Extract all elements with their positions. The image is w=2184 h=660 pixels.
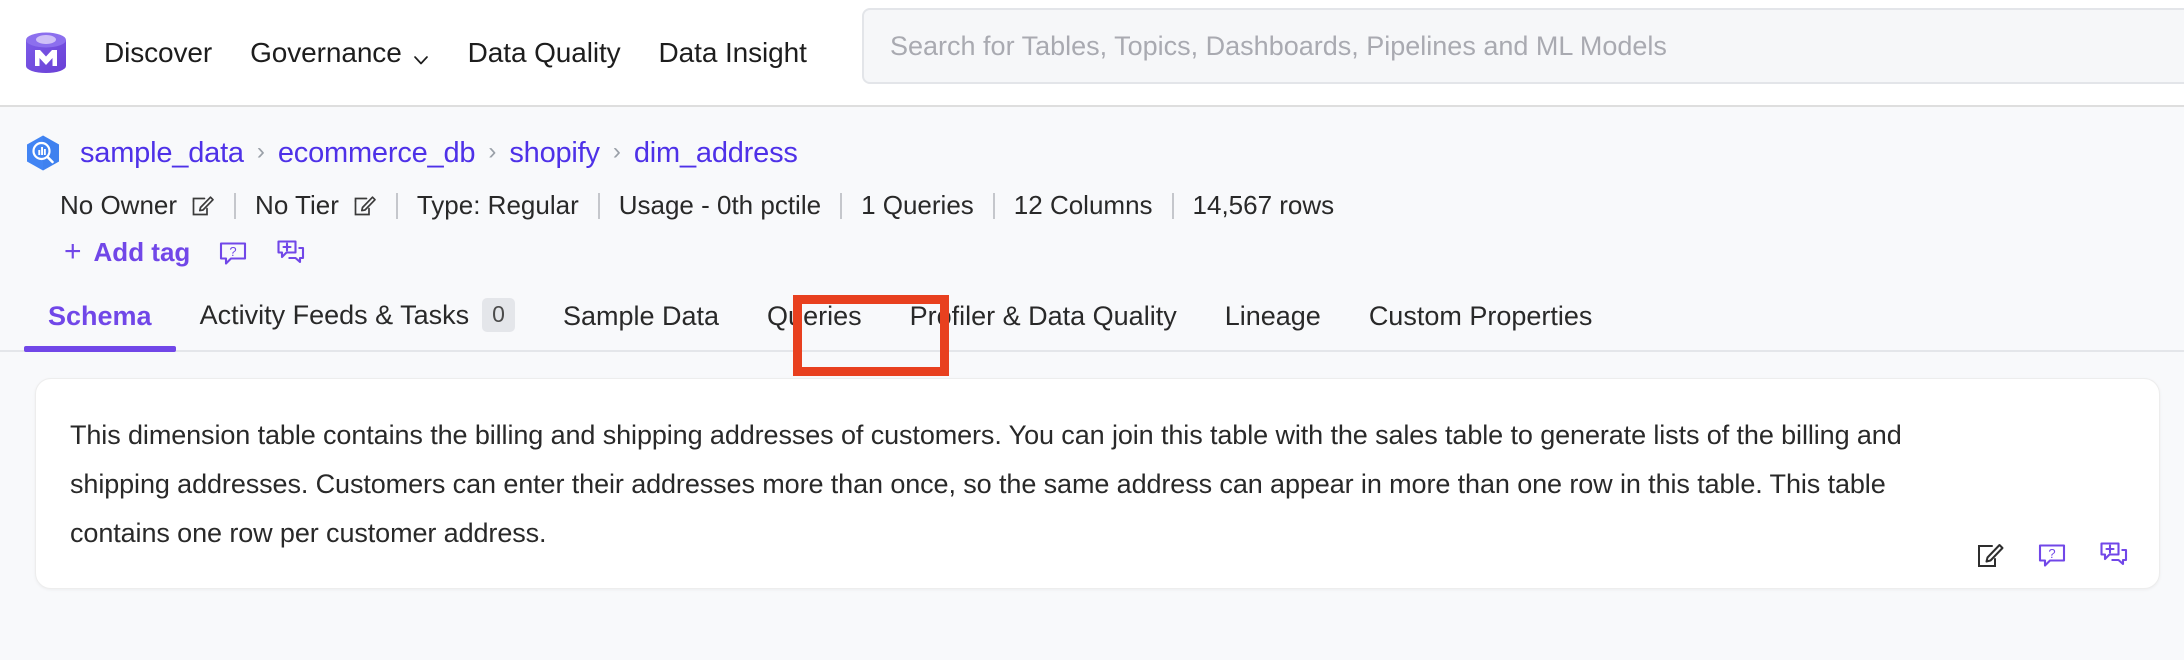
bigquery-icon <box>24 134 62 172</box>
primary-nav: Discover Governance Data Quality Data In… <box>104 37 807 69</box>
help-bubble-icon[interactable]: ? <box>218 238 248 268</box>
meta-divider <box>234 192 237 219</box>
tab-count-badge: 0 <box>482 298 515 332</box>
breadcrumb-item-3[interactable]: dim_address <box>634 137 798 170</box>
nav-item-discover[interactable]: Discover <box>104 37 212 69</box>
nav-item-label: Discover <box>104 36 213 68</box>
add-comment-icon[interactable] <box>2099 540 2129 570</box>
tab-label: Lineage <box>1224 301 1321 331</box>
meta-usage: Usage - 0th pctile <box>618 190 822 220</box>
plus-icon: + <box>64 234 82 268</box>
edit-owner-icon[interactable] <box>190 193 215 218</box>
add-tag-label: Add tag <box>93 237 191 267</box>
tab-profiler-and-data-quality[interactable]: Profiler & Data Quality <box>886 301 1201 350</box>
breadcrumb-item-0[interactable]: sample_data <box>80 137 244 170</box>
breadcrumb-separator: › <box>256 138 265 165</box>
meta-owner: No Owner <box>60 190 215 221</box>
add-tag-button[interactable]: + Add tag <box>64 234 191 268</box>
openmetadata-logo[interactable] <box>20 27 72 79</box>
meta-columns: 12 Columns <box>1013 190 1153 220</box>
description-actions: ? <box>1975 540 2129 570</box>
app-header: Discover Governance Data Quality Data In… <box>0 0 2184 107</box>
tab-sample-data[interactable]: Sample Data <box>539 301 743 350</box>
svg-text:?: ? <box>2048 546 2055 561</box>
edit-description-icon[interactable] <box>1975 540 2005 570</box>
tab-lineage[interactable]: Lineage <box>1201 301 1345 350</box>
meta-tier: No Tier <box>255 190 377 221</box>
tab-label: Queries <box>767 301 862 331</box>
tab-queries[interactable]: Queries <box>743 301 886 350</box>
tab-label: Profiler & Data Quality <box>909 301 1177 331</box>
nav-item-data-insight[interactable]: Data Insight <box>659 37 807 69</box>
meta-type: Type: Regular <box>416 190 579 220</box>
entity-header: sample_data › ecommerce_db › shopify › d… <box>0 107 2184 268</box>
entity-meta-row: No Owner No Tier Type: Regular Usage - 0… <box>0 190 2184 221</box>
breadcrumb-separator: › <box>612 138 621 165</box>
meta-owner-label: No Owner <box>60 190 178 220</box>
meta-divider <box>840 192 843 219</box>
tab-activity-feeds-and-tasks[interactable]: Activity Feeds & Tasks 0 <box>176 298 539 350</box>
nav-item-label: Governance <box>250 36 402 68</box>
edit-tier-icon[interactable] <box>352 193 377 218</box>
meta-divider <box>1171 192 1174 219</box>
global-search <box>862 8 2184 84</box>
nav-item-data-quality[interactable]: Data Quality <box>468 37 621 69</box>
nav-item-label: Data Insight <box>658 36 807 68</box>
meta-tier-label: No Tier <box>255 190 339 220</box>
breadcrumb-item-1[interactable]: ecommerce_db <box>278 137 476 170</box>
nav-item-label: Data Quality <box>467 36 621 68</box>
add-comment-icon[interactable] <box>276 238 306 268</box>
meta-divider <box>597 192 600 219</box>
meta-queries: 1 Queries <box>861 190 974 220</box>
nav-item-governance[interactable]: Governance <box>250 37 430 69</box>
description-text: This dimension table contains the billin… <box>70 420 1902 548</box>
breadcrumb-item-2[interactable]: shopify <box>509 137 600 170</box>
meta-divider <box>992 192 995 219</box>
tab-schema[interactable]: Schema <box>24 301 176 352</box>
svg-text:?: ? <box>230 244 237 259</box>
tag-row: + Add tag ? <box>0 234 2184 268</box>
description-card: This dimension table contains the billin… <box>35 378 2160 589</box>
tab-label: Custom Properties <box>1368 301 1593 331</box>
tab-label: Sample Data <box>562 301 720 331</box>
tab-label: Schema <box>48 301 152 331</box>
meta-divider <box>395 192 398 219</box>
chevron-down-icon <box>412 44 430 64</box>
breadcrumb-separator: › <box>488 138 497 165</box>
tab-custom-properties[interactable]: Custom Properties <box>1345 301 1617 350</box>
tab-label: Activity Feeds & Tasks <box>199 299 470 330</box>
tab-bar: Schema Activity Feeds & Tasks 0 Sample D… <box>0 290 2184 376</box>
breadcrumb: sample_data › ecommerce_db › shopify › d… <box>0 134 2184 172</box>
search-input[interactable] <box>862 8 2184 84</box>
help-bubble-icon[interactable]: ? <box>2037 540 2067 570</box>
meta-rows: 14,567 rows <box>1192 190 1335 220</box>
